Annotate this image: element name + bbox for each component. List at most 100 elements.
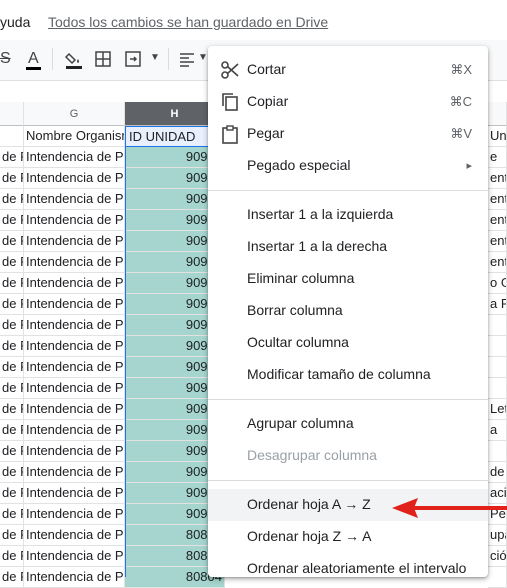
cell-right[interactable] [488,315,507,336]
cell-right-header[interactable]: Unid [488,126,507,147]
cell-right[interactable]: ent [488,168,507,189]
toolbar-divider [52,48,53,70]
menu-item-cut[interactable]: Cortar ⌘X [208,54,488,86]
cell-g[interactable]: Intendencia de P [24,567,125,588]
cell-f[interactable]: de P [0,525,24,546]
cell-g[interactable]: Intendencia de P [24,336,125,357]
cell-g[interactable]: Intendencia de P [24,462,125,483]
cell-f[interactable]: de P [0,210,24,231]
cell-g[interactable]: Intendencia de P [24,210,125,231]
cell-right[interactable]: ent [488,231,507,252]
scissors-icon [220,60,240,80]
menu-item-paste[interactable]: Pegar ⌘V [208,118,488,150]
cell-right[interactable]: a Pr [488,294,507,315]
cell-g[interactable]: Intendencia de P [24,315,125,336]
cell-f[interactable]: de P [0,294,24,315]
selection-border [125,126,126,577]
cell-right[interactable]: ent [488,252,507,273]
cell-f[interactable]: de P [0,567,24,588]
menu-item-insert-right[interactable]: Insertar 1 a la derecha [208,231,488,263]
chevron-down-icon[interactable]: ▼ [198,52,208,63]
cell-g[interactable]: Intendencia de P [24,420,125,441]
cell-f[interactable]: de P [0,231,24,252]
column-header-f[interactable] [0,102,24,126]
menu-item-hide-column[interactable]: Ocultar columna [208,327,488,359]
borders-icon[interactable] [94,50,112,73]
column-header-right[interactable] [488,102,507,126]
menu-item-group-column[interactable]: Agrupar columna [208,408,488,440]
cell-right[interactable] [488,336,507,357]
menu-label: Insertar 1 a la derecha [247,238,388,254]
cell-g[interactable]: Intendencia de P [24,546,125,567]
text-color-icon[interactable]: A [26,50,41,70]
chevron-down-icon[interactable]: ▼ [150,52,160,63]
cell-right[interactable]: ent [488,210,507,231]
cell-f[interactable]: de P [0,315,24,336]
cell-g[interactable]: Intendencia de P [24,504,125,525]
menu-divider [208,480,488,481]
cell-f[interactable]: de P [0,357,24,378]
cell-g[interactable]: Intendencia de P [24,273,125,294]
menu-item-clear-column[interactable]: Borrar columna [208,295,488,327]
cell-f[interactable]: de P [0,441,24,462]
cell-f[interactable]: de P [0,420,24,441]
menu-label: Insertar 1 a la izquierda [247,206,394,222]
cell-g[interactable]: Intendencia de P [24,441,125,462]
cell-g[interactable]: Intendencia de P [24,147,125,168]
menu-item-paste-special[interactable]: Pegado especial ▸ [208,150,488,182]
fill-color-icon[interactable] [64,50,84,75]
menu-item-resize-column[interactable]: Modificar tamaño de columna [208,359,488,391]
cell-f[interactable]: de P [0,273,24,294]
cell-g[interactable]: Intendencia de P [24,357,125,378]
cell-f[interactable]: de P [0,168,24,189]
strikethrough-icon[interactable]: S [0,50,11,68]
menu-item-insert-left[interactable]: Insertar 1 a la izquierda [208,199,488,231]
cell-g[interactable]: Intendencia de P [24,189,125,210]
align-left-icon[interactable] [178,50,196,73]
cell-g[interactable]: Intendencia de P [24,525,125,546]
cell-right[interactable] [488,378,507,399]
menu-help[interactable]: yuda [0,14,30,30]
menu-item-sort-z-a[interactable]: Ordenar hoja Z → A [208,521,488,553]
cell-g[interactable]: Intendencia de P [24,378,125,399]
cell-right[interactable]: de [488,462,507,483]
cell-g[interactable]: Intendencia de P [24,483,125,504]
menu-label: Pegado especial [247,157,351,173]
cell-f[interactable]: de P [0,546,24,567]
cell-g[interactable]: Intendencia de P [24,399,125,420]
annotation-arrow-icon [392,498,507,518]
cell-right[interactable]: a [488,420,507,441]
cell-f[interactable]: de P [0,336,24,357]
cell-g[interactable]: Intendencia de P [24,252,125,273]
cell-g-header[interactable]: Nombre Organismo [24,126,125,147]
menu-item-randomize-range[interactable]: Ordenar aleatoriamente el intervalo [208,553,488,585]
cell-f[interactable]: de P [0,462,24,483]
menu-item-delete-column[interactable]: Eliminar columna [208,263,488,295]
shortcut: ⌘C [449,94,472,109]
cell-f[interactable]: de P [0,252,24,273]
cell-f[interactable]: de P [0,483,24,504]
cell-right[interactable]: ción [488,546,507,567]
cell-right[interactable]: o Ge [488,273,507,294]
cell-g[interactable]: Intendencia de P [24,231,125,252]
cell-f[interactable]: de P [0,504,24,525]
cell-f[interactable]: de P [0,147,24,168]
cell-right[interactable] [488,441,507,462]
cell-right[interactable]: Letr [488,399,507,420]
cell-f[interactable]: de P [0,189,24,210]
cell-right[interactable]: ent [488,189,507,210]
menu-label: Ordenar hoja A → Z [247,496,371,512]
merge-cells-icon[interactable] [124,50,144,73]
cell-right[interactable]: upa [488,525,507,546]
cell-f-header[interactable] [0,126,24,147]
menu-item-copy[interactable]: Copiar ⌘C [208,86,488,118]
column-header-g[interactable]: G [24,102,125,126]
save-status-link[interactable]: Todos los cambios se han guardado en Dri… [48,14,328,30]
cell-right[interactable]: e [488,147,507,168]
cell-right[interactable] [488,567,507,588]
cell-f[interactable]: de P [0,399,24,420]
cell-f[interactable]: de P [0,378,24,399]
cell-right[interactable] [488,357,507,378]
cell-g[interactable]: Intendencia de P [24,168,125,189]
cell-g[interactable]: Intendencia de P [24,294,125,315]
